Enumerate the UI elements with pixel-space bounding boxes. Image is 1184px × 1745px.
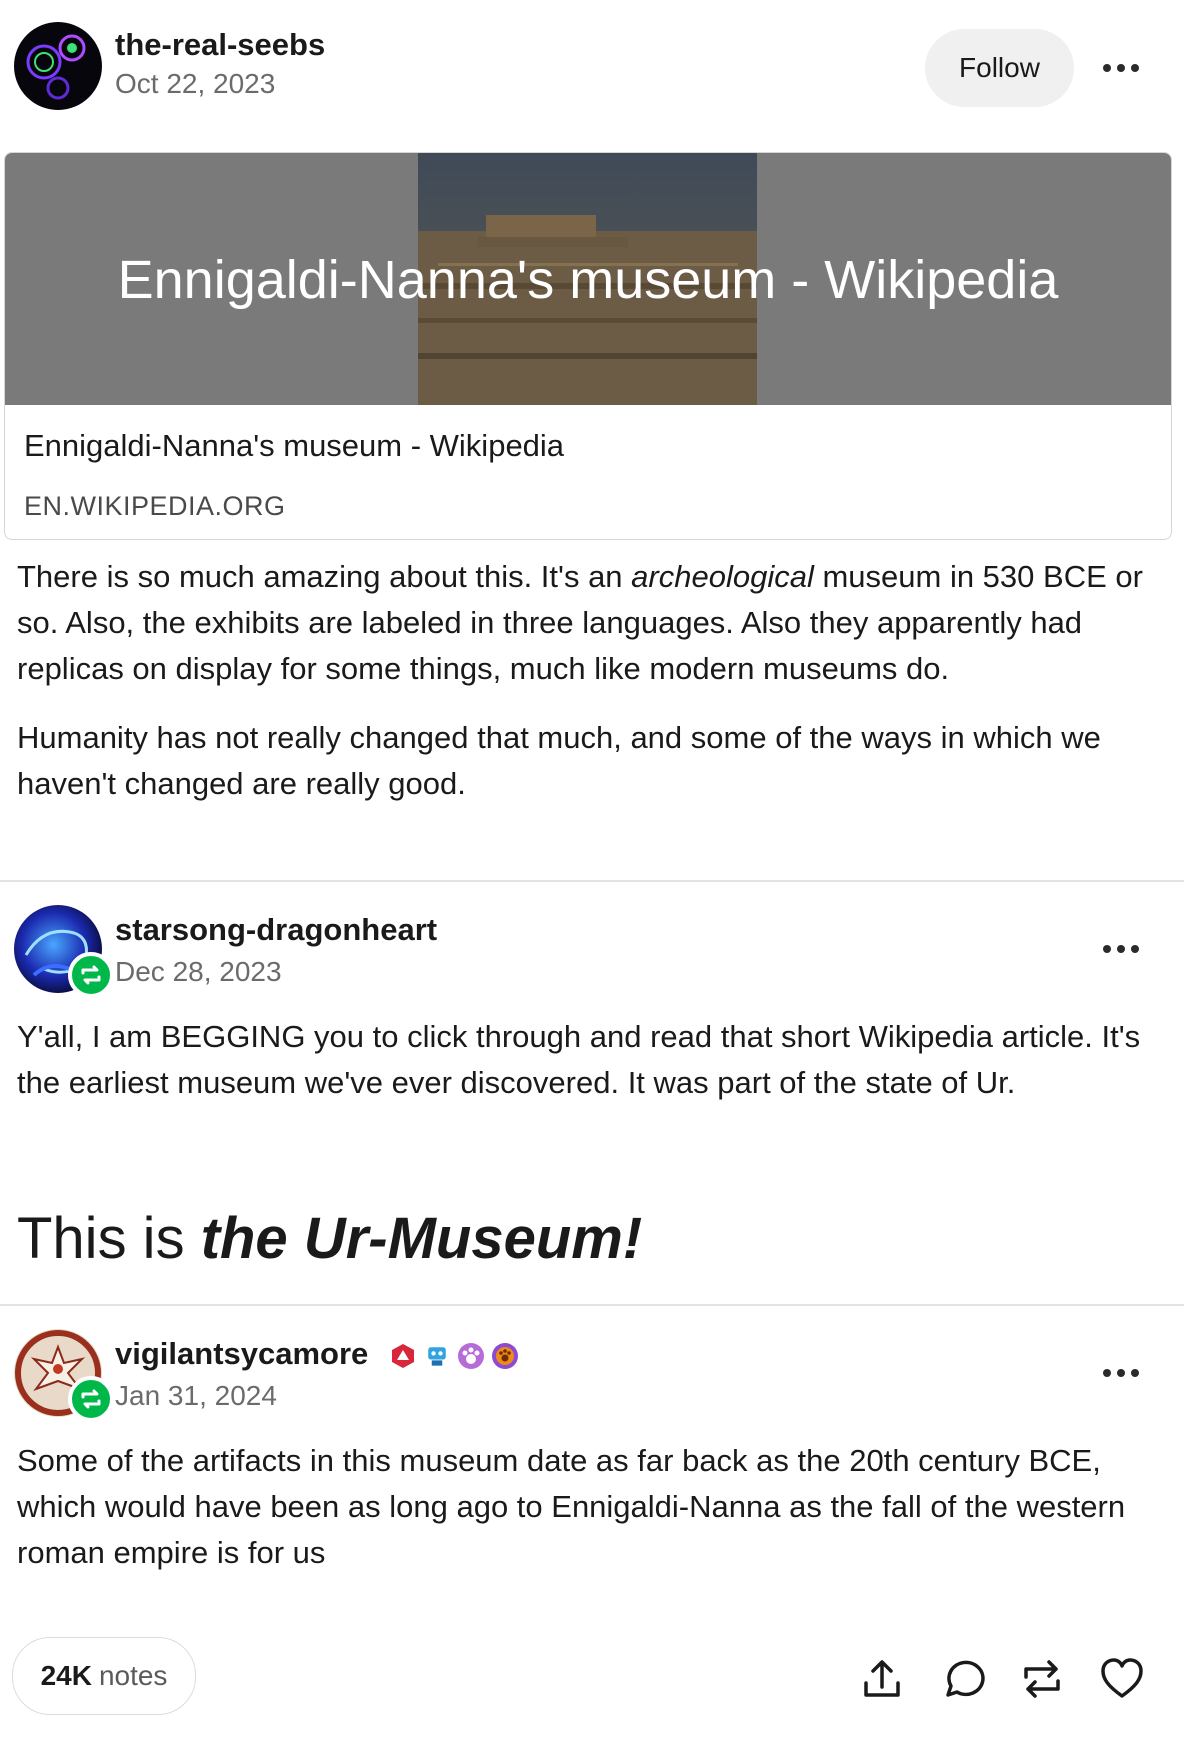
post-1-username[interactable]: the-real-seebs xyxy=(115,27,325,63)
post-1-header: the-real-seebs Oct 22, 2023 Follow xyxy=(0,0,1184,152)
post-1-more-options-icon[interactable] xyxy=(1103,61,1143,75)
orange-paw-badge-icon[interactable] xyxy=(491,1342,519,1370)
link-preview-hero-title: Ennigaldi-Nanna's museum - Wikipedia xyxy=(117,250,1059,310)
notes-count: 24K xyxy=(40,1660,92,1691)
post-2-headline-text: This is xyxy=(17,1206,201,1271)
share-icon[interactable] xyxy=(858,1655,906,1703)
post-2-headline: This is the Ur-Museum! xyxy=(17,1205,642,1272)
link-preview-hero[interactable]: Ennigaldi-Nanna's museum - Wikipedia xyxy=(5,153,1171,405)
post-1-paragraph-1-text-a: There is so much amazing about this. It'… xyxy=(17,559,632,594)
reply-icon[interactable] xyxy=(938,1655,986,1703)
reblog-badge-icon xyxy=(68,952,114,998)
post-2-username[interactable]: starsong-dragonheart xyxy=(115,912,437,948)
red-d20-badge-icon[interactable] xyxy=(389,1342,417,1370)
post-1-body: There is so much amazing about this. It'… xyxy=(17,554,1167,807)
notes-count-button[interactable]: 24K notes xyxy=(12,1637,196,1715)
link-preview-domain: EN.WIKIPEDIA.ORG xyxy=(24,491,286,521)
post-1-date[interactable]: Oct 22, 2023 xyxy=(115,68,275,100)
post-3-date[interactable]: Jan 31, 2024 xyxy=(115,1380,277,1412)
blue-robot-badge-icon[interactable] xyxy=(423,1342,451,1370)
post-2-more-options-icon[interactable] xyxy=(1103,942,1143,956)
post-1-paragraph-2: Humanity has not really changed that muc… xyxy=(17,720,1101,801)
notes-label: notes xyxy=(98,1660,168,1691)
post-divider xyxy=(0,1304,1184,1306)
follow-button[interactable]: Follow xyxy=(925,29,1074,107)
post-3-more-options-icon[interactable] xyxy=(1103,1366,1143,1380)
post-1-paragraph-1: There is so much amazing about this. It'… xyxy=(17,554,1167,692)
post-divider xyxy=(0,880,1184,882)
post-2-headline-emphasis: the Ur-Museum! xyxy=(200,1206,643,1271)
post-2-body: Y'all, I am BEGGING you to click through… xyxy=(17,1019,1141,1100)
purple-paw-badge-icon[interactable] xyxy=(457,1342,485,1370)
like-icon[interactable] xyxy=(1098,1655,1146,1703)
link-preview-card[interactable]: Ennigaldi-Nanna's museum - Wikipedia Enn… xyxy=(4,152,1172,540)
post-3-username[interactable]: vigilantsycamore xyxy=(115,1336,368,1372)
reblog-icon[interactable] xyxy=(1018,1655,1066,1703)
post-3-body: Some of the artifacts in this museum dat… xyxy=(17,1443,1126,1570)
reblog-badge-icon xyxy=(68,1376,114,1422)
user-badges[interactable] xyxy=(389,1340,519,1372)
post-1-paragraph-1-emphasis: archeological xyxy=(631,559,814,594)
link-preview-title: Ennigaldi-Nanna's museum - Wikipedia xyxy=(24,428,565,463)
avatar-the-real-seebs[interactable] xyxy=(14,22,102,110)
post-2-date[interactable]: Dec 28, 2023 xyxy=(115,956,282,988)
